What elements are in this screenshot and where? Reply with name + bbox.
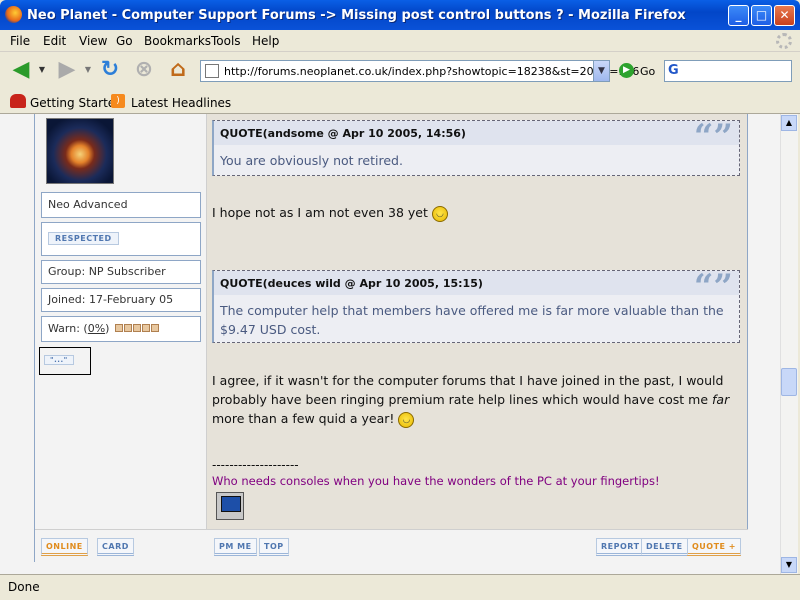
avatar — [46, 118, 114, 184]
quote-header-2: QUOTE(deuces wild @ Apr 10 2005, 15:15) — [214, 271, 739, 295]
online-button[interactable]: ONLINE — [41, 538, 88, 556]
computer-icon — [216, 492, 244, 520]
reload-icon[interactable]: ↻ — [97, 57, 123, 83]
signature-text: Who needs consoles when you have the won… — [212, 474, 660, 488]
menu-help[interactable]: Help — [252, 34, 279, 48]
page-content: Neo Advanced RESPECTED Group: NP Subscri… — [0, 114, 780, 574]
quote-block-1: QUOTE(andsome @ Apr 10 2005, 14:56) “” Y… — [212, 117, 740, 176]
pm-me-button[interactable]: PM ME — [214, 538, 257, 556]
forward-arrow-icon[interactable]: ▶ — [54, 57, 80, 83]
forum-post: Neo Advanced RESPECTED Group: NP Subscri… — [34, 114, 748, 562]
warn-suffix: ) — [105, 322, 110, 335]
scroll-up-arrow-icon[interactable]: ▲ — [781, 115, 797, 131]
vertical-scrollbar[interactable] — [780, 114, 798, 574]
status-text: Done — [8, 580, 40, 594]
forward-dropdown-icon[interactable]: ▼ — [82, 57, 94, 83]
post-paragraph-2-text-a: I agree, if it wasn't for the computer f… — [212, 373, 724, 407]
post-paragraph-1: I hope not as I am not even 38 yet ◡ — [212, 203, 742, 222]
member-warn: Warn: (0%) — [41, 316, 201, 342]
member-joined: Joined: 17-February 05 — [41, 288, 201, 312]
back-dropdown-icon[interactable]: ▼ — [36, 57, 48, 83]
stop-icon[interactable]: ⊗ — [131, 57, 157, 83]
post-paragraph-2-text-b: more than a few quid a year! — [212, 411, 395, 426]
url-dropdown-icon[interactable]: ▼ — [593, 61, 609, 81]
menu-view[interactable]: View — [79, 34, 107, 48]
scrollbar-thumb[interactable] — [781, 368, 797, 396]
smiley-icon: ◡ — [431, 205, 448, 222]
post-body: QUOTE(andsome @ Apr 10 2005, 14:56) “” Y… — [208, 114, 748, 529]
warn-level-meter — [114, 317, 159, 341]
rank-badge-box: RESPECTED — [41, 222, 201, 256]
top-button[interactable]: TOP — [259, 538, 289, 556]
warn-level-link[interactable]: 0% — [88, 322, 105, 335]
menu-tools[interactable]: Tools — [211, 34, 241, 48]
scroll-down-arrow-icon[interactable]: ▼ — [781, 557, 797, 573]
quote-marks-icon: “” — [693, 267, 733, 307]
author-sidebar: Neo Advanced RESPECTED Group: NP Subscri… — [35, 114, 207, 529]
bookmark-latest-headlines[interactable]: Latest Headlines — [131, 96, 231, 110]
quote-text-2: The computer help that members have offe… — [220, 303, 724, 337]
respected-badge: RESPECTED — [48, 232, 119, 245]
menu-file[interactable]: File — [10, 34, 30, 48]
url-field[interactable]: http://forums.neoplanet.co.uk/index.php?… — [200, 60, 639, 82]
mini-badge: "..." — [44, 355, 74, 365]
close-button[interactable]: ✕ — [774, 5, 795, 26]
search-input[interactable]: G — [664, 60, 792, 82]
warn-prefix: Warn: ( — [48, 322, 88, 335]
quote-button[interactable]: QUOTE + — [687, 538, 742, 556]
mini-badge-box: "..." — [39, 347, 91, 375]
quote-marks-icon: “” — [693, 117, 733, 157]
quote-header-1: QUOTE(andsome @ Apr 10 2005, 14:56) — [214, 121, 739, 145]
maximize-button[interactable]: □ — [751, 5, 772, 26]
report-button[interactable]: REPORT — [596, 538, 645, 556]
quote-text-1: You are obviously not retired. — [220, 153, 403, 168]
go-button[interactable]: Go — [640, 65, 655, 78]
post-paragraph-2-emphasis: far — [712, 392, 730, 407]
grin-smiley-icon: ◡ — [398, 411, 415, 428]
member-group: Group: NP Subscriber — [41, 260, 201, 284]
rss-feed-icon: ) — [111, 94, 125, 108]
window-titlebar: Neo Planet - Computer Support Forums -> … — [0, 0, 800, 30]
menu-bookmarks[interactable]: Bookmarks — [144, 34, 211, 48]
status-bar: Done — [0, 574, 800, 600]
google-icon: G — [668, 63, 679, 78]
throbber-icon — [776, 33, 792, 49]
quote-block-2: QUOTE(deuces wild @ Apr 10 2005, 15:15) … — [212, 267, 740, 343]
back-arrow-icon[interactable]: ◀ — [8, 57, 34, 83]
delete-button[interactable]: DELETE — [641, 538, 688, 556]
post-paragraph-1-text: I hope not as I am not even 38 yet — [212, 205, 428, 220]
go-arrow-icon[interactable]: ▶ — [619, 63, 634, 78]
firefox-icon — [5, 6, 22, 23]
page-favicon-icon — [205, 64, 219, 78]
post-footer: ONLINE CARD PM ME TOP REPORT DELETE QUOT… — [35, 529, 748, 562]
menu-edit[interactable]: Edit — [43, 34, 66, 48]
post-paragraph-2: I agree, if it wasn't for the computer f… — [212, 371, 742, 428]
minimize-button[interactable]: _ — [728, 5, 749, 26]
home-icon[interactable]: ⌂ — [165, 57, 191, 83]
signature-divider: -------------------- — [212, 458, 299, 472]
menu-bar: File Edit View Go Bookmarks Tools Help — [0, 30, 800, 52]
menu-go[interactable]: Go — [116, 34, 133, 48]
member-rank: Neo Advanced — [41, 192, 201, 218]
url-text: http://forums.neoplanet.co.uk/index.php?… — [224, 65, 640, 78]
window-title: Neo Planet - Computer Support Forums -> … — [27, 8, 686, 23]
card-button[interactable]: CARD — [97, 538, 134, 556]
getting-started-icon — [10, 94, 26, 108]
bookmark-getting-started[interactable]: Getting Started — [30, 96, 123, 110]
